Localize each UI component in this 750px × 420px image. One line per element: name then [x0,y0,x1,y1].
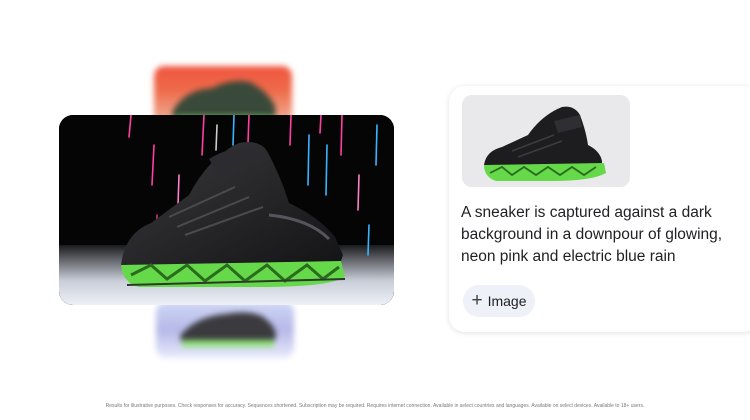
plus-icon: + [471,289,483,311]
add-image-button-label: Image [487,293,527,309]
add-image-button[interactable]: + Image [463,285,535,317]
disclaimer-text: Results for illustrative purposes. Check… [105,403,645,409]
prompt-card: A sneaker is captured against a dark bac… [449,86,750,332]
reference-image-thumbnail[interactable] [462,95,630,187]
generated-sneaker-image[interactable] [59,115,394,305]
prompt-text: A sneaker is captured against a dark bac… [461,204,723,265]
blurred-variation-bottom [156,302,294,358]
